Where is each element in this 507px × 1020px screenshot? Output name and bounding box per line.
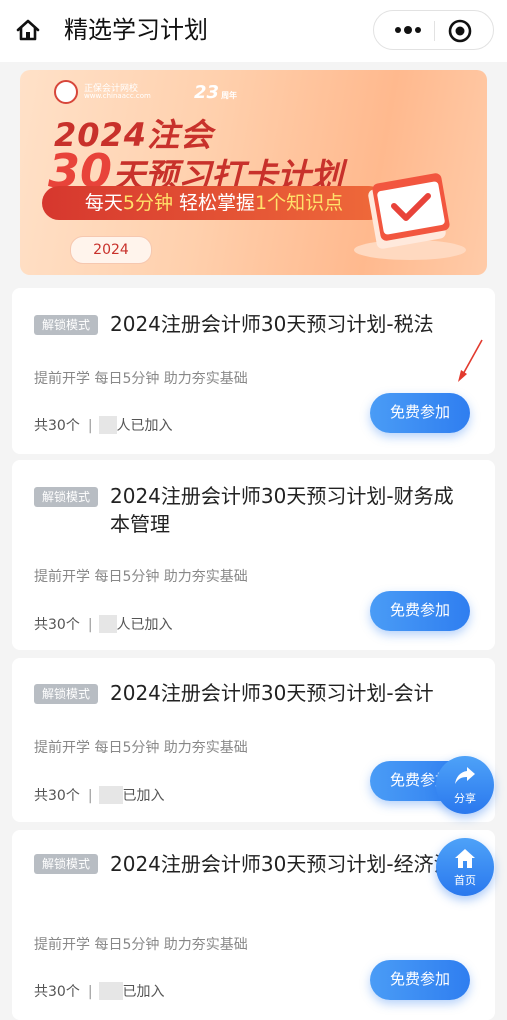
plan-title: 2024注册会计师30天预习计划-税法: [110, 312, 434, 336]
year-tag: 2024: [70, 236, 152, 264]
unlock-mode-badge: 解锁模式: [34, 487, 98, 507]
plan-card[interactable]: 解锁模式 2024注册会计师30天预习计划-财务成本管理 提前开学 每日5分钟 …: [12, 460, 495, 650]
home-label: 首页: [454, 874, 476, 887]
plan-subtitle: 提前开学 每日5分钟 助力夯实基础: [34, 371, 248, 387]
target-circle-icon[interactable]: [446, 17, 474, 45]
home-icon: [455, 849, 475, 868]
unlock-mode-badge: 解锁模式: [34, 684, 98, 704]
share-arrow-icon: [455, 767, 475, 784]
plan-card[interactable]: 解锁模式 2024注册会计师30天预习计划-会计 提前开学 每日5分钟 助力夯实…: [12, 658, 495, 822]
top-bar: 精选学习计划: [0, 0, 507, 62]
home-fab[interactable]: 首页: [436, 838, 494, 896]
mini-program-capsule: [373, 10, 494, 50]
banner-slogan: 每天5分钟 轻松掌握1个知识点: [42, 186, 386, 220]
more-dots-icon[interactable]: [386, 11, 430, 49]
share-fab[interactable]: 分享: [436, 756, 494, 814]
join-free-button[interactable]: 免费参加: [370, 960, 470, 1000]
plan-meta: 共30个 | 人已加入: [34, 615, 173, 633]
calendar-illustration-icon: [354, 173, 466, 260]
plan-title: 2024注册会计师30天预习计划-财务成本管理: [110, 484, 454, 536]
plan-meta: 共30个 | 已加入: [34, 982, 165, 1000]
brand-url: www.chinaacc.com: [84, 92, 151, 100]
unlock-mode-badge: 解锁模式: [34, 315, 98, 335]
masked-count: [98, 982, 123, 1000]
share-label: 分享: [454, 792, 476, 805]
plan-meta: 共30个 | 已加入: [34, 786, 165, 804]
promo-banner[interactable]: 正保会计网校 www.chinaacc.com 23 周年 2024注会 30天预…: [20, 70, 487, 275]
masked-count: [98, 615, 117, 633]
annotation-arrow-icon: [458, 339, 483, 382]
plan-subtitle: 提前开学 每日5分钟 助力夯实基础: [34, 740, 248, 756]
plan-card[interactable]: 解锁模式 2024注册会计师30天预习计划-经济法 提前开学 每日5分钟 助力夯…: [12, 830, 495, 1020]
brand-logo-icon: [54, 80, 78, 104]
masked-count: [98, 786, 123, 804]
capsule-divider: [434, 21, 435, 41]
join-free-button[interactable]: 免费参加: [370, 393, 470, 433]
join-free-button[interactable]: 免费参加: [370, 591, 470, 631]
plan-subtitle: 提前开学 每日5分钟 助力夯实基础: [34, 937, 248, 953]
home-icon[interactable]: [14, 16, 42, 44]
masked-count: [98, 416, 117, 434]
page-title: 精选学习计划: [64, 16, 208, 44]
plan-title: 2024注册会计师30天预习计划-会计: [110, 681, 434, 705]
plan-title: 2024注册会计师30天预习计划-经济法: [110, 852, 454, 876]
plan-meta: 共30个 | 人已加入: [34, 416, 173, 434]
plan-card[interactable]: 解锁模式 2024注册会计师30天预习计划-税法 提前开学 每日5分钟 助力夯实…: [12, 288, 495, 454]
plan-subtitle: 提前开学 每日5分钟 助力夯实基础: [34, 569, 248, 585]
unlock-mode-badge: 解锁模式: [34, 854, 98, 874]
anniversary-mark: 23 周年: [194, 82, 238, 103]
